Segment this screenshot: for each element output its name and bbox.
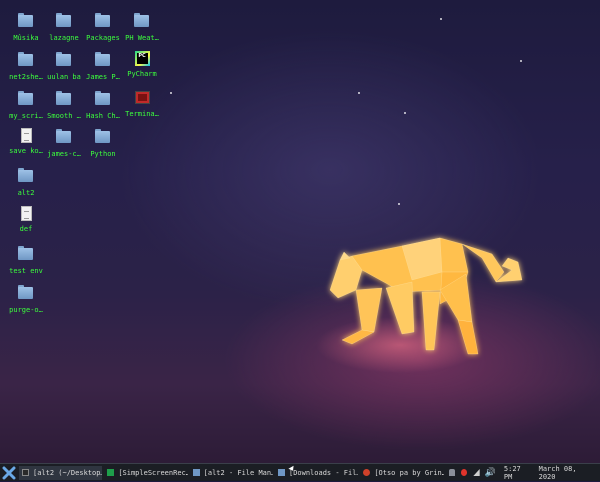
desktop-icon-label: def <box>19 225 33 233</box>
folder-icon <box>56 52 72 70</box>
folder-icon <box>56 129 72 147</box>
desktop-icon-alt2[interactable]: alt2 <box>0 167 52 198</box>
desktop-icon-label: PyCharm <box>127 70 157 78</box>
volume-icon[interactable]: 🔊 <box>485 468 496 478</box>
folder-icon <box>56 91 72 109</box>
recorder-icon <box>107 469 115 476</box>
document-icon <box>18 206 34 222</box>
update-icon[interactable] <box>460 469 468 476</box>
task-label: [Downloads - Fil… <box>288 468 359 477</box>
terminal-icon <box>22 469 29 476</box>
folder-icon <box>192 469 200 476</box>
folder-icon <box>277 469 285 476</box>
desktop-icon-label: purge-o… <box>9 306 43 314</box>
taskbar: [alt2 (~/Desktop… [SimpleScreenRec… [alt… <box>0 463 600 481</box>
taskbar-task-alt2-file-manager[interactable]: [alt2 - File Man… <box>190 466 273 480</box>
terminal-icon <box>134 91 150 107</box>
taskbar-task-alt2-terminal[interactable]: [alt2 (~/Desktop… <box>19 465 103 480</box>
desktop-icon-pycharm[interactable]: PyCharm <box>116 51 168 79</box>
folder-icon <box>95 52 111 70</box>
folder-icon <box>56 13 72 31</box>
task-label: [SimpleScreenRec… <box>118 468 188 477</box>
folder-icon <box>134 13 150 31</box>
folder-icon <box>95 13 111 31</box>
wallpaper-cat-illustration <box>329 237 523 355</box>
folder-icon <box>95 129 111 147</box>
start-menu-button[interactable] <box>2 466 16 480</box>
folder-icon <box>95 91 111 109</box>
xfce-logo-icon <box>2 466 16 479</box>
browser-icon <box>363 469 371 476</box>
desktop-icon-ph-weather[interactable]: PH Weat… <box>116 12 168 43</box>
folder-icon <box>18 285 34 303</box>
date[interactable]: March 08, 2020 <box>539 465 592 481</box>
taskbar-task-downloads-file-manager[interactable]: [Downloads - Fil… <box>275 466 358 480</box>
folder-icon <box>18 52 34 70</box>
folder-icon <box>18 91 34 109</box>
desktop-icon-purge-o[interactable]: purge-o… <box>0 284 52 315</box>
taskbar-task-browser[interactable]: [Otso pa by Grin… <box>360 466 444 480</box>
desktop-icon-terminal[interactable]: Termina… <box>116 90 168 119</box>
folder-icon <box>18 246 34 264</box>
clock[interactable]: 5:27 PM <box>504 465 531 481</box>
document-icon <box>18 128 34 144</box>
task-label: [alt2 (~/Desktop… <box>33 468 103 477</box>
task-label: [Otso pa by Grin… <box>374 468 444 477</box>
folder-icon <box>18 168 34 186</box>
folder-icon <box>18 13 34 31</box>
desktop-icon-label: alt2 <box>17 189 35 197</box>
pycharm-icon <box>134 51 150 67</box>
desktop-icon-def[interactable]: def <box>0 206 52 234</box>
system-tray: 🔊 5:27 PM March 08, 2020 <box>446 465 600 481</box>
network-icon[interactable] <box>473 469 480 476</box>
task-label: [alt2 - File Man… <box>203 468 273 477</box>
taskbar-task-simplescreenrecorder[interactable]: [SimpleScreenRec… <box>104 466 188 480</box>
desktop-icon-label: Python <box>90 150 116 158</box>
desktop-icon-python[interactable]: Python <box>77 128 129 159</box>
desktop-icon-label: test env <box>9 267 43 275</box>
desktop-icon-label: PH Weat… <box>125 34 159 42</box>
desktop-icon-label: Termina… <box>125 110 159 118</box>
desktop-icon-test-env[interactable]: test env <box>0 245 52 276</box>
notification-icon[interactable] <box>448 469 455 476</box>
